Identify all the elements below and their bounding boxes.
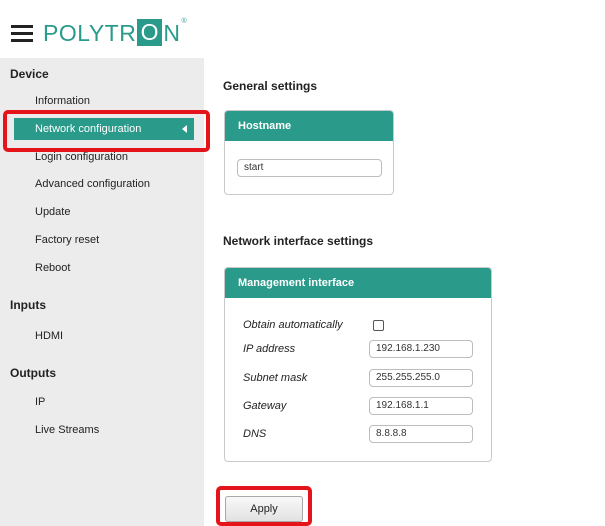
ip-address-input[interactable]: 192.168.1.230 [369, 340, 473, 358]
sidebar-item-network-configuration[interactable]: Network configuration [14, 118, 194, 140]
logo-registered-mark: ® [181, 17, 187, 25]
obtain-automatically-label: Obtain automatically [243, 319, 343, 331]
header: POLYTR O N ® [0, 0, 605, 58]
sidebar-item-advanced-configuration[interactable]: Advanced configuration [14, 173, 194, 195]
hostname-panel-title: Hostname [225, 111, 393, 141]
sidebar-item-hdmi[interactable]: HDMI [14, 325, 194, 347]
polytron-logo: POLYTR O N ® [43, 17, 187, 49]
network-interface-heading: Network interface settings [223, 234, 374, 248]
sidebar-item-information[interactable]: Information [14, 90, 194, 112]
active-arrow-icon [182, 125, 187, 133]
logo-text-right: N [163, 19, 181, 46]
subnet-mask-label: Subnet mask [243, 372, 308, 384]
gateway-input[interactable]: 192.168.1.1 [369, 397, 473, 415]
apply-button[interactable]: Apply [225, 496, 303, 522]
sidebar: Device Information Network configuration… [0, 58, 204, 526]
obtain-automatically-checkbox[interactable] [373, 320, 384, 331]
sidebar-item-ip[interactable]: IP [14, 391, 194, 413]
hostname-input[interactable]: start [237, 159, 382, 177]
sidebar-item-label: Network configuration [35, 123, 142, 135]
logo-o-block: O [137, 18, 163, 46]
sidebar-item-update[interactable]: Update [14, 201, 194, 223]
gateway-label: Gateway [243, 400, 287, 412]
general-settings-heading: General settings [223, 79, 318, 93]
management-interface-title: Management interface [225, 268, 491, 298]
sidebar-item-login-configuration[interactable]: Login configuration [14, 146, 194, 168]
sidebar-item-live-streams[interactable]: Live Streams [14, 419, 194, 441]
sidebar-section-inputs: Inputs [10, 298, 46, 312]
sidebar-section-device: Device [10, 67, 49, 81]
subnet-mask-input[interactable]: 255.255.255.0 [369, 369, 473, 387]
sidebar-section-outputs: Outputs [10, 366, 56, 380]
sidebar-item-reboot[interactable]: Reboot [14, 257, 194, 279]
hamburger-menu-icon[interactable] [11, 24, 33, 42]
dns-label: DNS [243, 428, 267, 440]
sidebar-item-factory-reset[interactable]: Factory reset [14, 229, 194, 251]
dns-input[interactable]: 8.8.8.8 [369, 425, 473, 443]
hostname-panel: Hostname [224, 110, 394, 195]
ip-address-label: IP address [243, 343, 296, 355]
logo-text-left: POLYTR [43, 19, 137, 46]
